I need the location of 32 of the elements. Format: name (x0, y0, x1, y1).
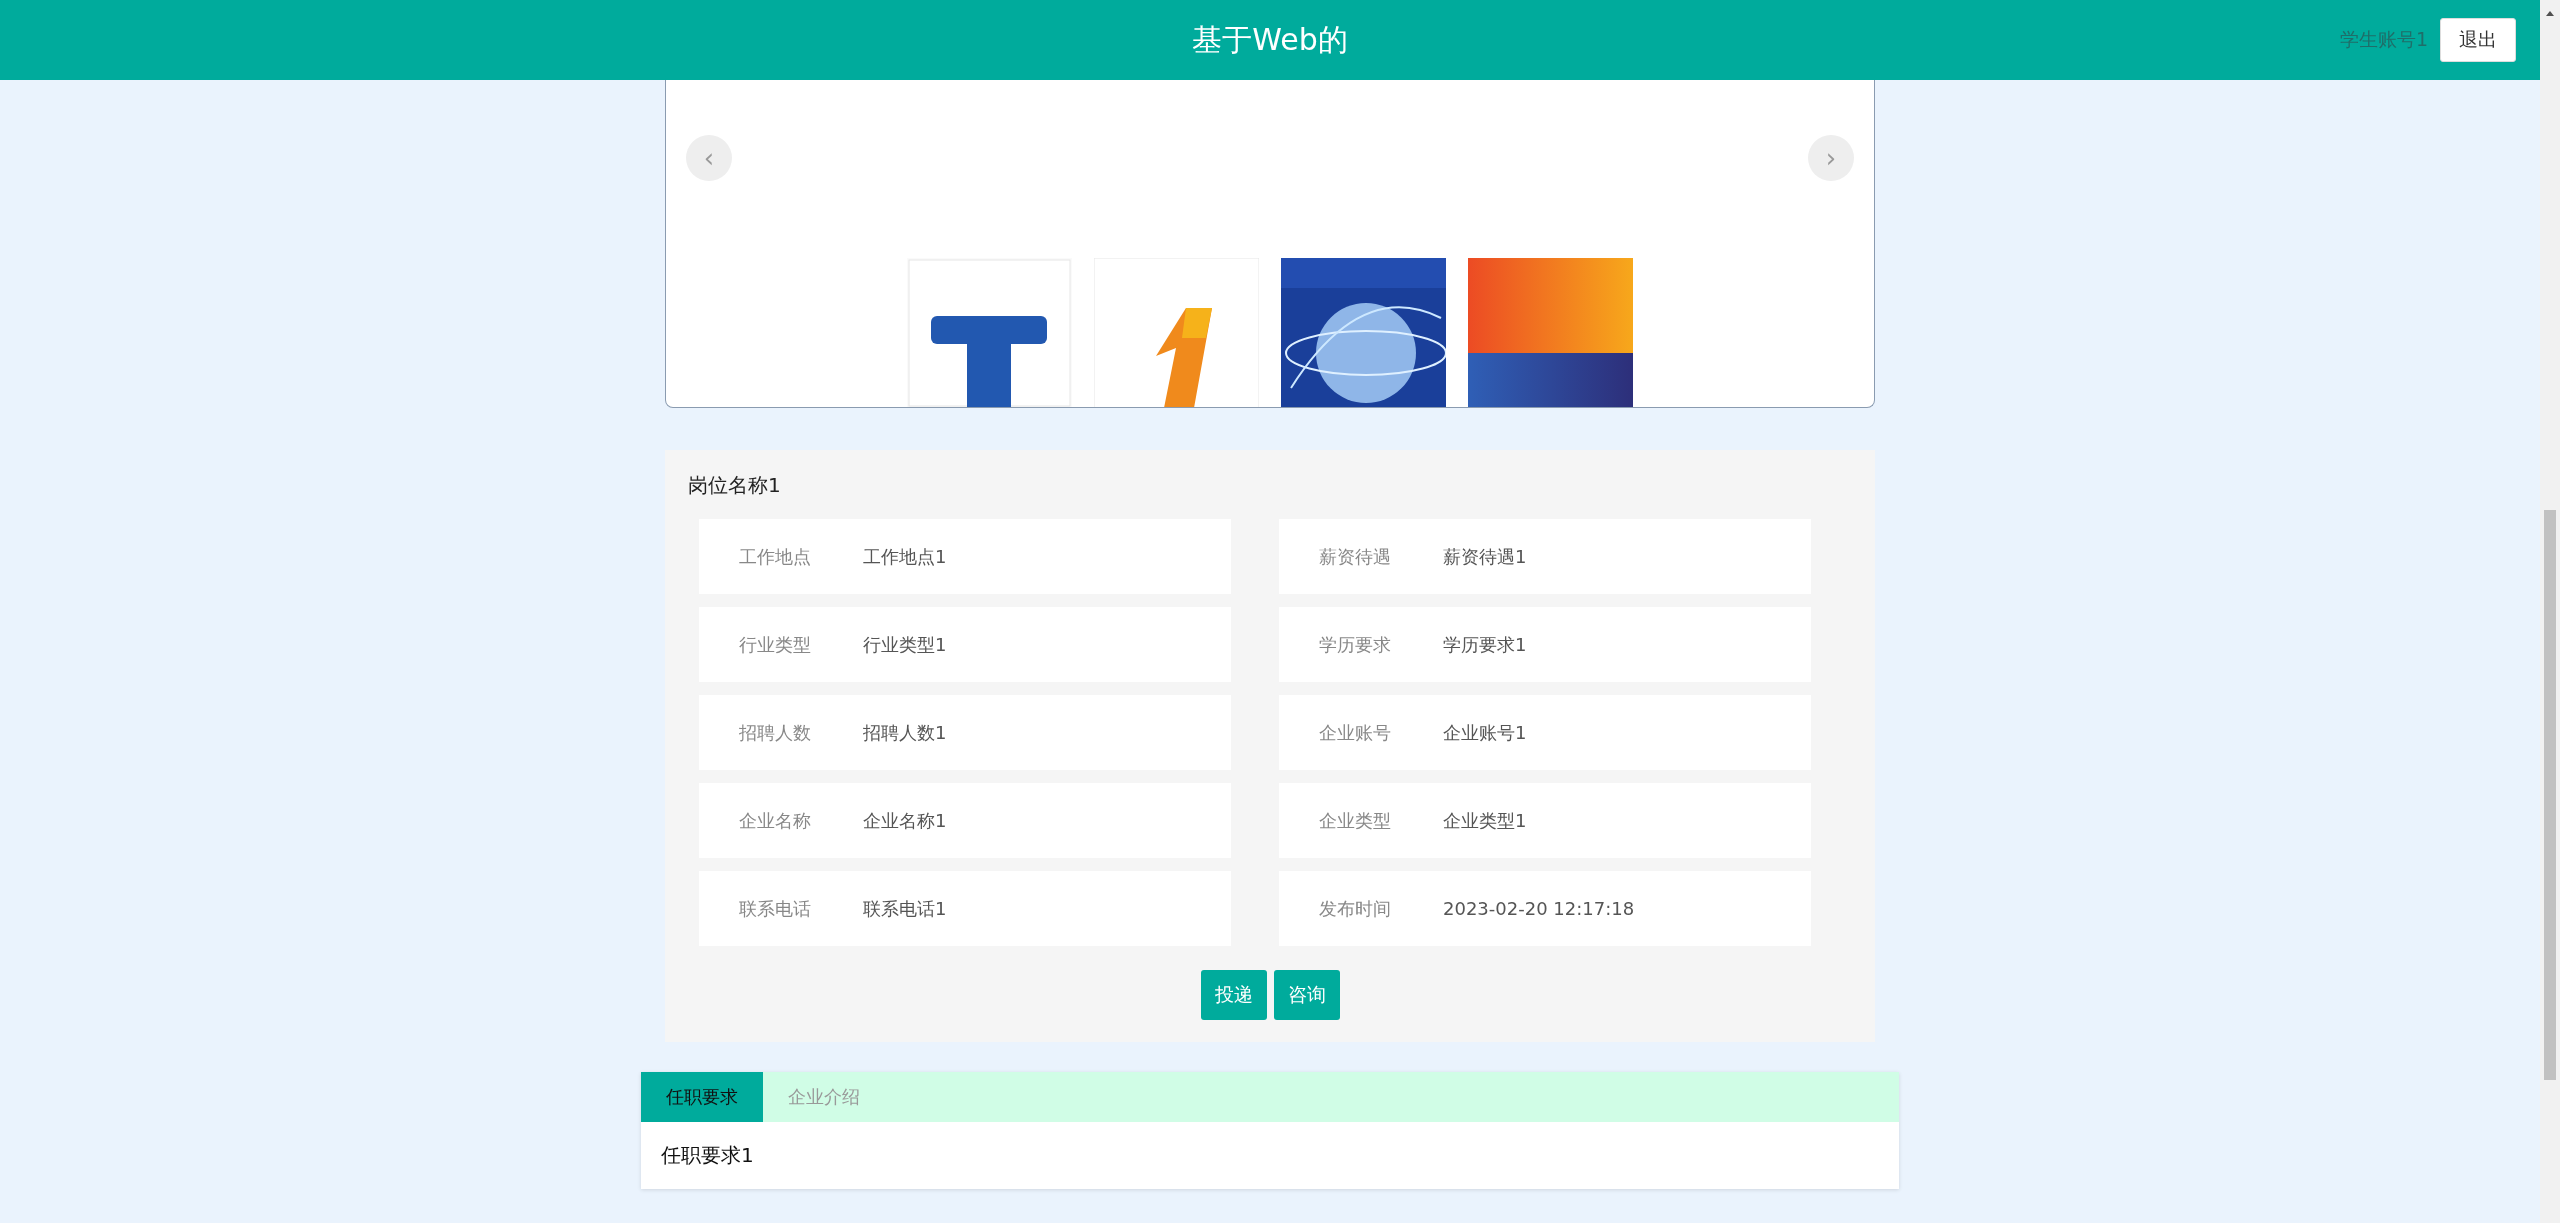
field-label: 行业类型 (739, 632, 812, 657)
field-label: 发布时间 (1319, 896, 1392, 921)
field-value: 招聘人数1 (863, 720, 947, 745)
field-label: 招聘人数 (739, 720, 812, 745)
tab[interactable]: 任职要求 (641, 1072, 763, 1122)
job-title: 岗位名称1 (688, 472, 781, 499)
username: 学生账号1 (2339, 27, 2428, 52)
site-title: 基于Web的 (1192, 20, 1348, 59)
field-label: 学历要求 (1319, 632, 1392, 657)
previous-button[interactable]: ‹ (686, 135, 732, 181)
field-value: 工作地点1 (863, 544, 947, 569)
tab-content-text: 任职要求1 (661, 1143, 754, 1167)
field-label: 联系电话 (739, 896, 812, 921)
tab[interactable]: 企业介绍 (763, 1072, 885, 1122)
logout-button[interactable]: 退出 (2440, 18, 2516, 62)
field-label: 工作地点 (739, 544, 812, 569)
action-button[interactable]: 投递 (1200, 970, 1267, 1020)
next-button[interactable]: › (1808, 135, 1854, 181)
field-value: 学历要求1 (1443, 632, 1527, 657)
field-value: 企业名称1 (863, 808, 947, 833)
field-value: 薪资待遇1 (1443, 544, 1527, 569)
field-value: 企业账号1 (1443, 720, 1527, 745)
field-value: 企业类型1 (1443, 808, 1527, 833)
field-label: 企业类型 (1319, 808, 1392, 833)
field-label: 企业账号 (1319, 720, 1392, 745)
field-label: 薪资待遇 (1319, 544, 1392, 569)
field-value: 2023-02-20 12:17:18 (1443, 898, 1635, 919)
field-value: 行业类型1 (863, 632, 947, 657)
field-value: 联系电话1 (863, 896, 947, 921)
field-label: 企业名称 (739, 808, 812, 833)
scrollbar[interactable] (2540, 0, 2560, 1223)
action-button[interactable]: 咨询 (1273, 970, 1340, 1020)
